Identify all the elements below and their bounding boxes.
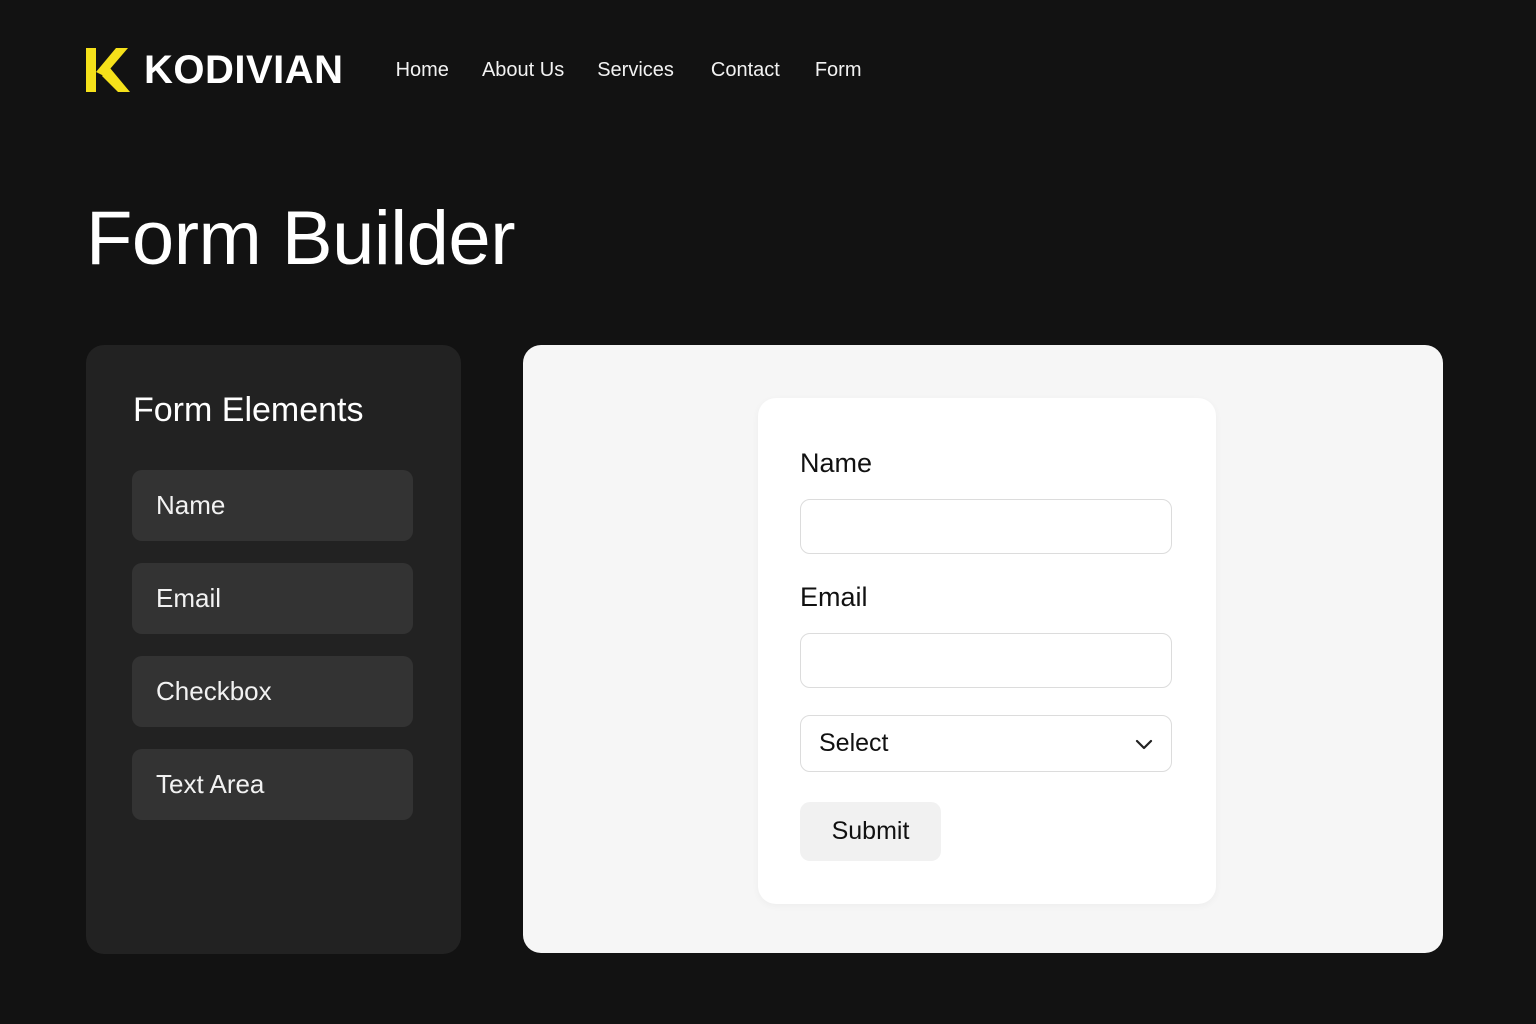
- top-header: KODIVIAN Home About Us Services Contact …: [86, 44, 895, 96]
- element-item-email[interactable]: Email: [132, 563, 413, 634]
- chevron-down-icon: [1135, 739, 1153, 749]
- form-preview-card: Name Email Select Submit: [758, 398, 1216, 904]
- page: KODIVIAN Home About Us Services Contact …: [0, 0, 1536, 1024]
- main-nav: Home About Us Services Contact Form: [396, 59, 895, 82]
- brand-logo[interactable]: KODIVIAN: [86, 46, 344, 94]
- element-item-checkbox[interactable]: Checkbox: [132, 656, 413, 727]
- brand-name: KODIVIAN: [144, 47, 344, 92]
- nav-contact[interactable]: Contact: [711, 59, 780, 82]
- form-canvas: Name Email Select Submit: [523, 345, 1443, 953]
- nav-form[interactable]: Form: [815, 59, 862, 82]
- page-title: Form Builder: [86, 196, 516, 281]
- nav-services[interactable]: Services: [597, 59, 674, 82]
- submit-button[interactable]: Submit: [800, 802, 941, 861]
- k-logo-icon: [86, 48, 130, 92]
- name-input[interactable]: [800, 499, 1172, 554]
- email-input[interactable]: [800, 633, 1172, 688]
- nav-about-us[interactable]: About Us: [482, 59, 564, 82]
- nav-home[interactable]: Home: [396, 59, 449, 82]
- name-field-label: Name: [800, 448, 873, 478]
- element-item-text-area[interactable]: Text Area: [132, 749, 413, 820]
- element-list: Name Email Checkbox Text Area: [132, 470, 413, 842]
- select-value: Select: [819, 729, 889, 757]
- select-dropdown[interactable]: Select: [800, 715, 1172, 772]
- panel-title: Form Elements: [133, 391, 364, 429]
- email-field-label: Email: [800, 582, 868, 612]
- element-item-name[interactable]: Name: [132, 470, 413, 541]
- form-elements-panel: Form Elements Name Email Checkbox Text A…: [86, 345, 461, 954]
